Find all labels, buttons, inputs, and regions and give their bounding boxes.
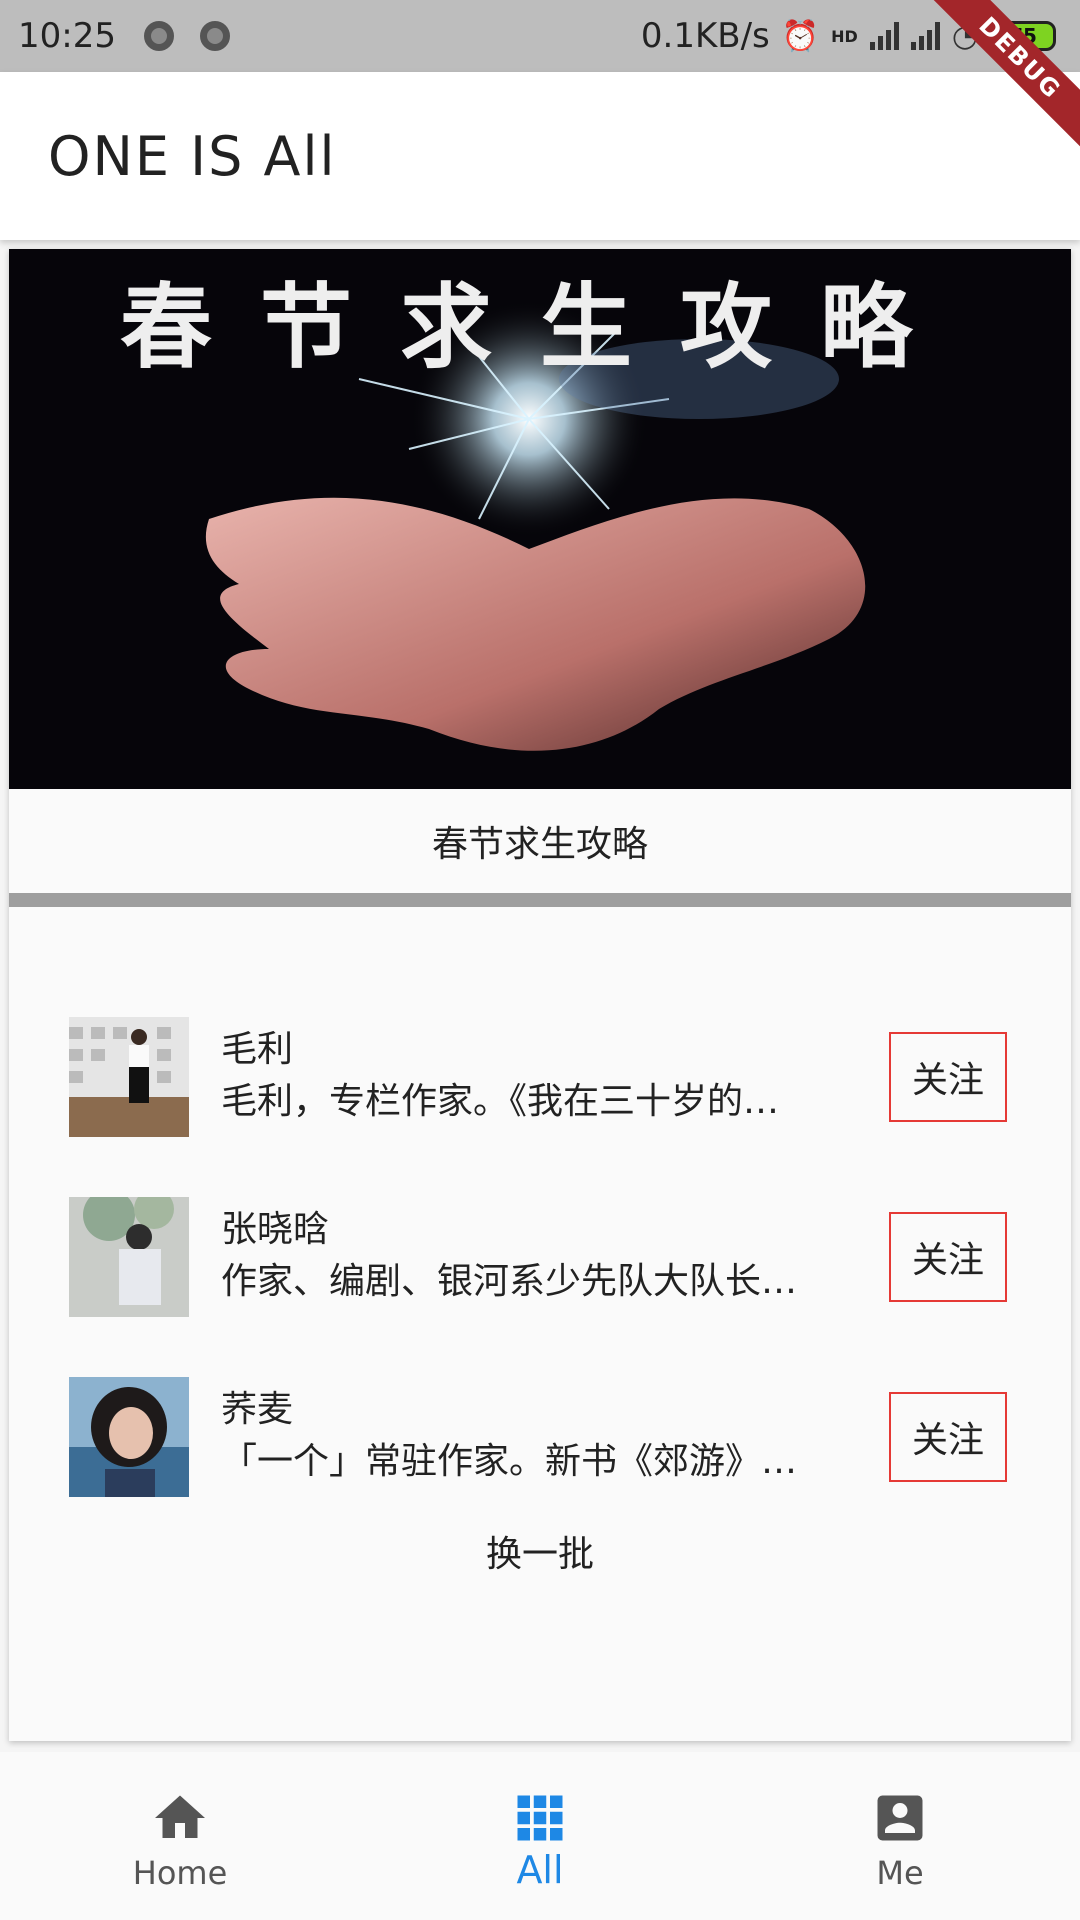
- author-description: 毛利，专栏作家。《我在三十岁的…: [221, 1081, 780, 1122]
- author-row[interactable]: 荞麦 「一个」常驻作家。新书《郊游》… 关注: [9, 1377, 1071, 1497]
- avatar: [69, 1197, 189, 1317]
- alarm-icon: ⏰: [781, 18, 820, 54]
- account-box-icon: [877, 1795, 923, 1841]
- network-speed: 0.1KB/s: [640, 16, 770, 56]
- nav-item-me[interactable]: Me: [720, 1752, 1080, 1920]
- nav-item-all[interactable]: All: [360, 1752, 720, 1920]
- author-name: 荞麦: [221, 1389, 294, 1430]
- nav-label: Home: [132, 1854, 228, 1892]
- app-bar: ONE IS All: [0, 72, 1080, 240]
- author-description: 作家、编剧、银河系少先队大队长…: [221, 1261, 798, 1302]
- section-divider: [9, 893, 1071, 907]
- author-name: 毛利: [221, 1029, 294, 1070]
- follow-button[interactable]: 关注: [889, 1392, 1007, 1482]
- banner-image[interactable]: 春节求生攻略: [9, 249, 1071, 789]
- grid-icon: [517, 1795, 563, 1841]
- notification-icon: [199, 21, 230, 51]
- page-title: ONE IS All: [48, 124, 337, 188]
- status-time: 10:25: [18, 16, 116, 56]
- nav-label: Me: [876, 1854, 924, 1892]
- signal-icon: [869, 22, 899, 50]
- nav-label: All: [516, 1848, 564, 1892]
- signal-icon: [910, 22, 940, 50]
- author-name: 张晓晗: [221, 1209, 330, 1250]
- banner-caption: 春节求生攻略: [9, 789, 1071, 893]
- hd-label: HD: [831, 26, 858, 46]
- banner-headline: 春节求生攻略: [119, 273, 960, 381]
- avatar: [69, 1017, 189, 1137]
- nav-item-home[interactable]: Home: [0, 1752, 360, 1920]
- status-bar: 10:25 0.1KB/s ⏰ HD ◔ 75: [0, 0, 1080, 72]
- content-card: 春节求生攻略 春节求生攻略 毛利 毛利，专栏作家。《我在三十岁的… 关注 张晓晗…: [9, 249, 1071, 1741]
- author-row[interactable]: 毛利 毛利，专栏作家。《我在三十岁的… 关注: [9, 1017, 1071, 1137]
- follow-button[interactable]: 关注: [889, 1032, 1007, 1122]
- notification-icon: [143, 21, 174, 51]
- avatar: [69, 1377, 189, 1497]
- home-icon: [155, 1795, 205, 1838]
- author-list: 毛利 毛利，专栏作家。《我在三十岁的… 关注 张晓晗 作家、编剧、银河系少先队大…: [9, 907, 1071, 1577]
- author-row[interactable]: 张晓晗 作家、编剧、银河系少先队大队长… 关注: [9, 1197, 1071, 1317]
- refresh-button[interactable]: 换一批: [9, 1525, 1071, 1577]
- follow-button[interactable]: 关注: [889, 1212, 1007, 1302]
- bottom-nav: Home All Me: [0, 1752, 1080, 1920]
- author-description: 「一个」常驻作家。新书《郊游》…: [221, 1441, 798, 1482]
